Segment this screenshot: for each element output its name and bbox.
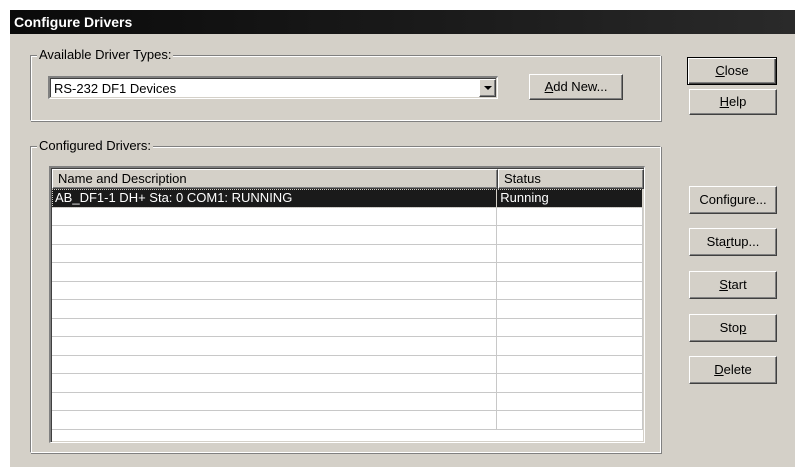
list-body: AB_DF1-1 DH+ Sta: 0 COM1: RUNNING Runnin…: [52, 189, 643, 441]
empty-row: [52, 244, 643, 263]
driver-type-selected-value: RS-232 DF1 Devices: [54, 81, 177, 96]
configured-drivers-label: Configured Drivers:: [37, 138, 153, 154]
configure-drivers-dialog: Configure Drivers Available Driver Types…: [9, 9, 795, 467]
window-title: Configure Drivers: [14, 14, 133, 30]
help-button[interactable]: Help: [689, 89, 777, 115]
empty-row: [52, 226, 643, 245]
empty-row: [52, 263, 643, 282]
column-header-name[interactable]: Name and Description: [52, 169, 498, 189]
empty-row: [52, 411, 643, 430]
list-header: Name and Description Status: [52, 169, 644, 189]
empty-row: [52, 318, 643, 337]
empty-row: [52, 207, 643, 226]
empty-row: [52, 374, 643, 393]
startup-button[interactable]: Startup...: [689, 228, 777, 256]
dropdown-button[interactable]: [479, 79, 496, 97]
chevron-down-icon: [484, 86, 492, 90]
driver-status-cell: Running: [497, 189, 643, 207]
configured-drivers-list[interactable]: Name and Description Status AB_DF1-1 DH+…: [49, 166, 645, 443]
available-driver-types-label: Available Driver Types:: [37, 47, 174, 63]
empty-row: [52, 281, 643, 300]
add-new-button[interactable]: Add New...: [529, 74, 623, 100]
driver-type-dropdown[interactable]: RS-232 DF1 Devices: [48, 76, 498, 99]
driver-row[interactable]: AB_DF1-1 DH+ Sta: 0 COM1: RUNNING Runnin…: [52, 189, 643, 208]
column-header-status[interactable]: Status: [498, 169, 644, 189]
configure-button[interactable]: Configure...: [689, 186, 777, 214]
start-button[interactable]: Start: [689, 271, 777, 299]
configured-drivers-group: Configured Drivers: Name and Description…: [30, 138, 661, 453]
close-button[interactable]: Close: [687, 57, 777, 85]
available-driver-types-group: Available Driver Types: RS-232 DF1 Devic…: [30, 47, 661, 121]
empty-row: [52, 392, 643, 411]
empty-row: [52, 337, 643, 356]
driver-name-cell: AB_DF1-1 DH+ Sta: 0 COM1: RUNNING: [52, 189, 498, 207]
empty-row: [52, 300, 643, 319]
stop-button[interactable]: Stop: [689, 314, 777, 342]
title-bar[interactable]: Configure Drivers: [10, 10, 795, 34]
empty-row: [52, 355, 643, 374]
delete-button[interactable]: Delete: [689, 356, 777, 384]
